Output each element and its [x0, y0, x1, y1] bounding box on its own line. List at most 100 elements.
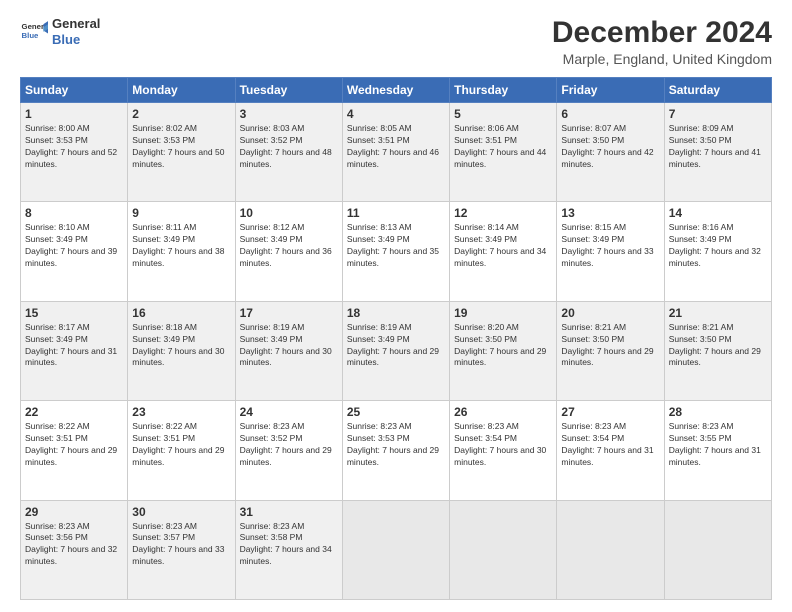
day-number: 9 — [132, 206, 230, 220]
day-info: Sunrise: 8:12 AM Sunset: 3:49 PM Dayligh… — [240, 222, 338, 270]
calendar-cell: 21 Sunrise: 8:21 AM Sunset: 3:50 PM Dayl… — [664, 301, 771, 400]
day-info: Sunrise: 8:19 AM Sunset: 3:49 PM Dayligh… — [347, 322, 445, 370]
day-info: Sunrise: 8:13 AM Sunset: 3:49 PM Dayligh… — [347, 222, 445, 270]
calendar-week-3: 15 Sunrise: 8:17 AM Sunset: 3:49 PM Dayl… — [21, 301, 772, 400]
day-info: Sunrise: 8:22 AM Sunset: 3:51 PM Dayligh… — [25, 421, 123, 469]
day-info: Sunrise: 8:23 AM Sunset: 3:54 PM Dayligh… — [454, 421, 552, 469]
calendar-cell: 19 Sunrise: 8:20 AM Sunset: 3:50 PM Dayl… — [450, 301, 557, 400]
day-info: Sunrise: 8:21 AM Sunset: 3:50 PM Dayligh… — [561, 322, 659, 370]
day-number: 28 — [669, 405, 767, 419]
calendar-cell: 3 Sunrise: 8:03 AM Sunset: 3:52 PM Dayli… — [235, 103, 342, 202]
day-info: Sunrise: 8:10 AM Sunset: 3:49 PM Dayligh… — [25, 222, 123, 270]
calendar-cell: 4 Sunrise: 8:05 AM Sunset: 3:51 PM Dayli… — [342, 103, 449, 202]
day-number: 13 — [561, 206, 659, 220]
day-number: 31 — [240, 505, 338, 519]
calendar-cell: 5 Sunrise: 8:06 AM Sunset: 3:51 PM Dayli… — [450, 103, 557, 202]
day-number: 1 — [25, 107, 123, 121]
day-info: Sunrise: 8:16 AM Sunset: 3:49 PM Dayligh… — [669, 222, 767, 270]
day-number: 6 — [561, 107, 659, 121]
day-number: 15 — [25, 306, 123, 320]
day-info: Sunrise: 8:20 AM Sunset: 3:50 PM Dayligh… — [454, 322, 552, 370]
calendar-cell: 28 Sunrise: 8:23 AM Sunset: 3:55 PM Dayl… — [664, 401, 771, 500]
day-number: 2 — [132, 107, 230, 121]
calendar-cell — [664, 500, 771, 599]
day-number: 8 — [25, 206, 123, 220]
page: General Blue General Blue December 2024 … — [0, 0, 792, 612]
day-header-monday: Monday — [128, 78, 235, 103]
calendar-cell: 25 Sunrise: 8:23 AM Sunset: 3:53 PM Dayl… — [342, 401, 449, 500]
calendar-cell: 31 Sunrise: 8:23 AM Sunset: 3:58 PM Dayl… — [235, 500, 342, 599]
day-number: 30 — [132, 505, 230, 519]
day-number: 26 — [454, 405, 552, 419]
day-number: 22 — [25, 405, 123, 419]
calendar-cell: 1 Sunrise: 8:00 AM Sunset: 3:53 PM Dayli… — [21, 103, 128, 202]
day-number: 24 — [240, 405, 338, 419]
day-number: 4 — [347, 107, 445, 121]
calendar-cell: 11 Sunrise: 8:13 AM Sunset: 3:49 PM Dayl… — [342, 202, 449, 301]
day-header-sunday: Sunday — [21, 78, 128, 103]
day-info: Sunrise: 8:17 AM Sunset: 3:49 PM Dayligh… — [25, 322, 123, 370]
calendar: SundayMondayTuesdayWednesdayThursdayFrid… — [20, 77, 772, 600]
day-header-saturday: Saturday — [664, 78, 771, 103]
day-info: Sunrise: 8:23 AM Sunset: 3:53 PM Dayligh… — [347, 421, 445, 469]
day-number: 5 — [454, 107, 552, 121]
calendar-cell: 30 Sunrise: 8:23 AM Sunset: 3:57 PM Dayl… — [128, 500, 235, 599]
day-info: Sunrise: 8:23 AM Sunset: 3:54 PM Dayligh… — [561, 421, 659, 469]
calendar-cell: 7 Sunrise: 8:09 AM Sunset: 3:50 PM Dayli… — [664, 103, 771, 202]
calendar-cell: 24 Sunrise: 8:23 AM Sunset: 3:52 PM Dayl… — [235, 401, 342, 500]
logo-text-general: General — [52, 16, 100, 32]
day-info: Sunrise: 8:23 AM Sunset: 3:58 PM Dayligh… — [240, 521, 338, 569]
header: General Blue General Blue December 2024 … — [20, 16, 772, 67]
day-number: 27 — [561, 405, 659, 419]
calendar-cell: 27 Sunrise: 8:23 AM Sunset: 3:54 PM Dayl… — [557, 401, 664, 500]
day-header-wednesday: Wednesday — [342, 78, 449, 103]
svg-text:Blue: Blue — [22, 31, 40, 40]
day-info: Sunrise: 8:07 AM Sunset: 3:50 PM Dayligh… — [561, 123, 659, 171]
day-info: Sunrise: 8:23 AM Sunset: 3:52 PM Dayligh… — [240, 421, 338, 469]
day-number: 25 — [347, 405, 445, 419]
day-info: Sunrise: 8:15 AM Sunset: 3:49 PM Dayligh… — [561, 222, 659, 270]
calendar-cell: 20 Sunrise: 8:21 AM Sunset: 3:50 PM Dayl… — [557, 301, 664, 400]
day-header-tuesday: Tuesday — [235, 78, 342, 103]
calendar-cell: 29 Sunrise: 8:23 AM Sunset: 3:56 PM Dayl… — [21, 500, 128, 599]
day-info: Sunrise: 8:23 AM Sunset: 3:57 PM Dayligh… — [132, 521, 230, 569]
calendar-cell: 10 Sunrise: 8:12 AM Sunset: 3:49 PM Dayl… — [235, 202, 342, 301]
day-info: Sunrise: 8:23 AM Sunset: 3:55 PM Dayligh… — [669, 421, 767, 469]
day-info: Sunrise: 8:19 AM Sunset: 3:49 PM Dayligh… — [240, 322, 338, 370]
day-number: 7 — [669, 107, 767, 121]
calendar-cell: 14 Sunrise: 8:16 AM Sunset: 3:49 PM Dayl… — [664, 202, 771, 301]
calendar-week-1: 1 Sunrise: 8:00 AM Sunset: 3:53 PM Dayli… — [21, 103, 772, 202]
day-info: Sunrise: 8:00 AM Sunset: 3:53 PM Dayligh… — [25, 123, 123, 171]
calendar-week-4: 22 Sunrise: 8:22 AM Sunset: 3:51 PM Dayl… — [21, 401, 772, 500]
day-header-friday: Friday — [557, 78, 664, 103]
day-number: 16 — [132, 306, 230, 320]
day-number: 21 — [669, 306, 767, 320]
calendar-cell: 15 Sunrise: 8:17 AM Sunset: 3:49 PM Dayl… — [21, 301, 128, 400]
calendar-cell — [557, 500, 664, 599]
calendar-cell: 9 Sunrise: 8:11 AM Sunset: 3:49 PM Dayli… — [128, 202, 235, 301]
day-info: Sunrise: 8:23 AM Sunset: 3:56 PM Dayligh… — [25, 521, 123, 569]
calendar-cell — [342, 500, 449, 599]
calendar-cell: 22 Sunrise: 8:22 AM Sunset: 3:51 PM Dayl… — [21, 401, 128, 500]
day-info: Sunrise: 8:02 AM Sunset: 3:53 PM Dayligh… — [132, 123, 230, 171]
day-info: Sunrise: 8:06 AM Sunset: 3:51 PM Dayligh… — [454, 123, 552, 171]
calendar-week-5: 29 Sunrise: 8:23 AM Sunset: 3:56 PM Dayl… — [21, 500, 772, 599]
subtitle: Marple, England, United Kingdom — [552, 51, 772, 67]
day-info: Sunrise: 8:21 AM Sunset: 3:50 PM Dayligh… — [669, 322, 767, 370]
day-number: 3 — [240, 107, 338, 121]
day-info: Sunrise: 8:05 AM Sunset: 3:51 PM Dayligh… — [347, 123, 445, 171]
title-block: December 2024 Marple, England, United Ki… — [552, 16, 772, 67]
day-number: 12 — [454, 206, 552, 220]
calendar-cell: 18 Sunrise: 8:19 AM Sunset: 3:49 PM Dayl… — [342, 301, 449, 400]
day-number: 18 — [347, 306, 445, 320]
day-number: 23 — [132, 405, 230, 419]
logo-icon: General Blue — [20, 18, 48, 46]
day-info: Sunrise: 8:03 AM Sunset: 3:52 PM Dayligh… — [240, 123, 338, 171]
day-header-thursday: Thursday — [450, 78, 557, 103]
calendar-cell: 26 Sunrise: 8:23 AM Sunset: 3:54 PM Dayl… — [450, 401, 557, 500]
day-info: Sunrise: 8:14 AM Sunset: 3:49 PM Dayligh… — [454, 222, 552, 270]
calendar-week-2: 8 Sunrise: 8:10 AM Sunset: 3:49 PM Dayli… — [21, 202, 772, 301]
day-number: 17 — [240, 306, 338, 320]
calendar-cell: 6 Sunrise: 8:07 AM Sunset: 3:50 PM Dayli… — [557, 103, 664, 202]
day-number: 19 — [454, 306, 552, 320]
